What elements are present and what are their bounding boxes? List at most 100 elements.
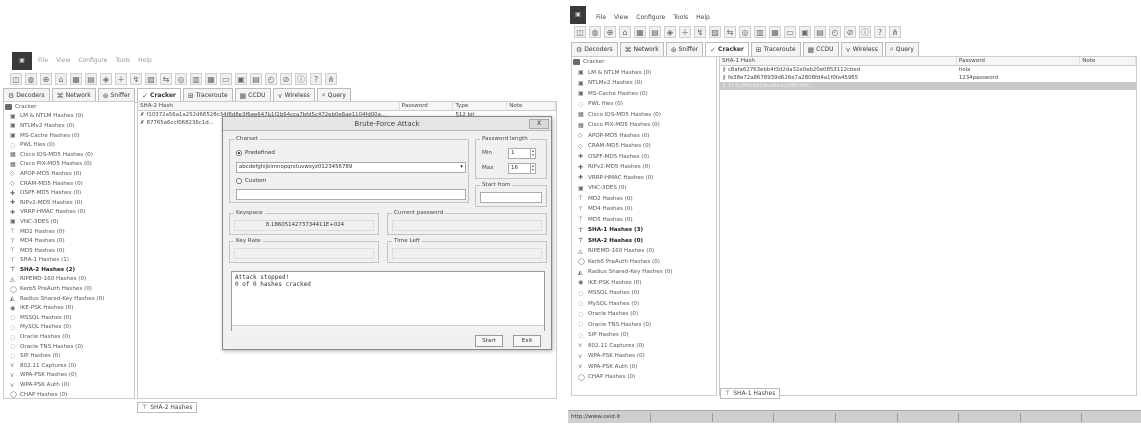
spin-arrows-icon[interactable]: ▴ ▾ [530,164,535,173]
tree-item[interactable]: ◇ CRAM-MD5 Hashes (0) [572,141,716,152]
open-icon[interactable]: ◫ [574,26,586,38]
tab-sniffer[interactable]: ⊛ Sniffer [97,88,136,102]
tree-item[interactable]: ▣ NTLMv2 Hashes (0) [572,78,716,89]
tree-item[interactable]: ◌ MSSQL Hashes (0) [572,288,716,299]
tree-item[interactable]: ◌ PWL files (0) [572,99,716,110]
target-icon[interactable]: ◎ [175,73,187,85]
transfer-icon[interactable]: ⇆ [724,26,736,38]
menu-tools[interactable]: Tools [673,14,688,21]
tree-item[interactable]: ▣ LM & NTLM Hashes (0) [4,112,134,122]
log-scrollbar[interactable] [232,325,544,331]
tree-item[interactable]: ◯ CHAP Hashes (0) [4,390,134,398]
tree-item[interactable]: ◌ MySQL Hashes (0) [572,299,716,310]
column-note[interactable]: Note [507,102,556,110]
table-icon[interactable]: ▦ [205,73,217,85]
info-icon[interactable]: ⓘ [859,26,871,38]
tree-item[interactable]: ⊤ SHA-2 Hashes (0) [572,236,716,247]
shield-icon[interactable]: ◈ [664,26,676,38]
tree-item[interactable]: ◇ APOP-MD5 Hashes (0) [4,169,134,179]
tree-item[interactable]: ✚ VRRP-HMAC Hashes (0) [572,173,716,184]
menu-view[interactable]: View [614,14,628,21]
tree-item[interactable]: ▣ VNC-3DES (0) [4,217,134,227]
tab-cracker[interactable]: ✓ Cracker [705,42,749,56]
tab-traceroute[interactable]: ⊞ Traceroute [182,88,233,102]
network-icon[interactable]: ⌂ [619,26,631,38]
tab-decoders[interactable]: ⚙ Decoders [3,88,50,102]
tree-item[interactable]: ▦ Cisco IOS-MD5 Hashes (0) [572,110,716,121]
tree-item[interactable]: ▦ Cisco IOS-MD5 Hashes (0) [4,150,134,160]
tree-item[interactable]: ⋎ WPA-PSK Auth (0) [572,362,716,373]
tree-item[interactable]: ◌ MySQL Hashes (0) [4,323,134,333]
tree-item[interactable]: ✚ OSPF-MD5 Hashes (0) [4,188,134,198]
menu-tools[interactable]: Tools [115,57,130,64]
tree-item[interactable]: ⋎ WPA-PSK Hashes (0) [572,351,716,362]
column-type[interactable]: Type [453,102,508,110]
predefined-radio[interactable]: Predefined [236,150,275,156]
tree-item[interactable]: ✚ RIPv2-MD5 Hashes (0) [572,162,716,173]
transfer-icon[interactable]: ⇆ [160,73,172,85]
tab-traceroute[interactable]: ⊞ Traceroute [750,42,801,56]
tree-item[interactable]: ◬ RIPEMD-160 Hashes (0) [4,275,134,285]
tree-root[interactable]: Cracker [4,102,134,112]
menu-file[interactable]: File [38,57,48,64]
tree-item[interactable]: ⊤ MD2 Hashes (0) [572,194,716,205]
tree-item[interactable]: ◌ Oracle TNS Hashes (0) [4,342,134,352]
sniffer-start-icon[interactable]: ◍ [589,26,601,38]
tree-item[interactable]: ◌ Oracle TNS Hashes (0) [572,320,716,331]
tree-item[interactable]: ✚ OSPF-MD5 Hashes (0) [572,152,716,163]
grid-icon[interactable]: ▦ [634,26,646,38]
custom-charset-input[interactable] [236,189,466,200]
charset-select[interactable]: abcdefghijklmnopqrstuvwxyz0123456789 ▾ [236,162,466,173]
start-button[interactable]: Start [475,335,503,347]
bottom-tab-sha2[interactable]: ⊤ SHA-2 Hashes [137,402,198,413]
bar-icon[interactable]: ▤ [814,26,826,38]
apr-icon[interactable]: ⊕ [604,26,616,38]
tab-query[interactable]: ⌕ Query [884,42,919,56]
start-from-input[interactable] [480,192,542,203]
tree-item[interactable]: ⊤ MD5 Hashes (0) [4,246,134,256]
tab-ccdu[interactable]: ▦ CCDU [802,42,839,56]
tree-item[interactable]: ⋎ 802.11 Captures (0) [572,341,716,352]
status-url[interactable]: http://www.oxid.it [568,414,648,420]
save-icon[interactable]: ▤ [649,26,661,38]
filter-icon[interactable]: ▣ [235,73,247,85]
tree-item[interactable]: ◌ Oracle Hashes (0) [4,332,134,342]
help-icon[interactable]: ⊘ [844,26,856,38]
tree-item[interactable]: ◇ APOP-MD5 Hashes (0) [572,131,716,142]
min-length-stepper[interactable]: 1 ▴ ▾ [508,148,536,159]
menu-configure[interactable]: Configure [636,14,665,21]
menu-view[interactable]: View [56,57,70,64]
tree-item[interactable]: ⋎ WPA-PSK Hashes (0) [4,371,134,381]
column-note[interactable]: Note [1080,57,1136,65]
tab-network[interactable]: ⌘ Network [51,88,96,102]
tree-item[interactable]: ◯ Kerb5 PreAuth Hashes (0) [4,284,134,294]
table-icon[interactable]: ▦ [769,26,781,38]
tree-item[interactable]: ◉ IKE-PSK Hashes (0) [4,303,134,313]
table-row[interactable]: ⚷ fe38e72a8678939d626e7a2808fd4a1f0fa4596… [720,74,1136,82]
tree-item[interactable]: ▣ MS-Cache Hashes (0) [572,89,716,100]
filter-icon[interactable]: ▣ [799,26,811,38]
max-length-stepper[interactable]: 16 ▴ ▾ [508,163,536,174]
exit-button[interactable]: Exit [513,335,541,347]
sniffer-start-icon[interactable]: ◍ [25,73,37,85]
tree-item[interactable]: ▣ LM & NTLM Hashes (0) [572,68,716,79]
tree-item[interactable]: ◯ Kerb5 PreAuth Hashes (0) [572,257,716,268]
shield-icon[interactable]: ◈ [100,73,112,85]
tree-item[interactable]: ✚ RIPv2-MD5 Hashes (0) [4,198,134,208]
tree-item[interactable]: ◌ SIP Hashes (0) [4,351,134,361]
tree-item[interactable]: ✚ VRRP-HMAC Hashes (0) [4,208,134,218]
tab-ccdu[interactable]: ▦ CCDU [234,88,271,102]
tree-item[interactable]: ⋎ 802.11 Captures (0) [4,361,134,371]
tree-item[interactable]: ▣ MS-Cache Hashes (0) [4,131,134,141]
tree-item[interactable]: ⊤ MD5 Hashes (0) [572,215,716,226]
clock-icon[interactable]: ◴ [829,26,841,38]
question-icon[interactable]: ? [874,26,886,38]
tree-item[interactable]: ◭ Radius Shared-Key Hashes (0) [4,294,134,304]
route-icon[interactable]: ↯ [130,73,142,85]
help-icon[interactable]: ⊘ [280,73,292,85]
menu-configure[interactable]: Configure [78,57,107,64]
cert-icon[interactable]: ▨ [709,26,721,38]
question-icon[interactable]: ? [310,73,322,85]
tree-item[interactable]: ◌ Oracle Hashes (0) [572,309,716,320]
tree-item[interactable]: ⊤ MD4 Hashes (0) [572,204,716,215]
